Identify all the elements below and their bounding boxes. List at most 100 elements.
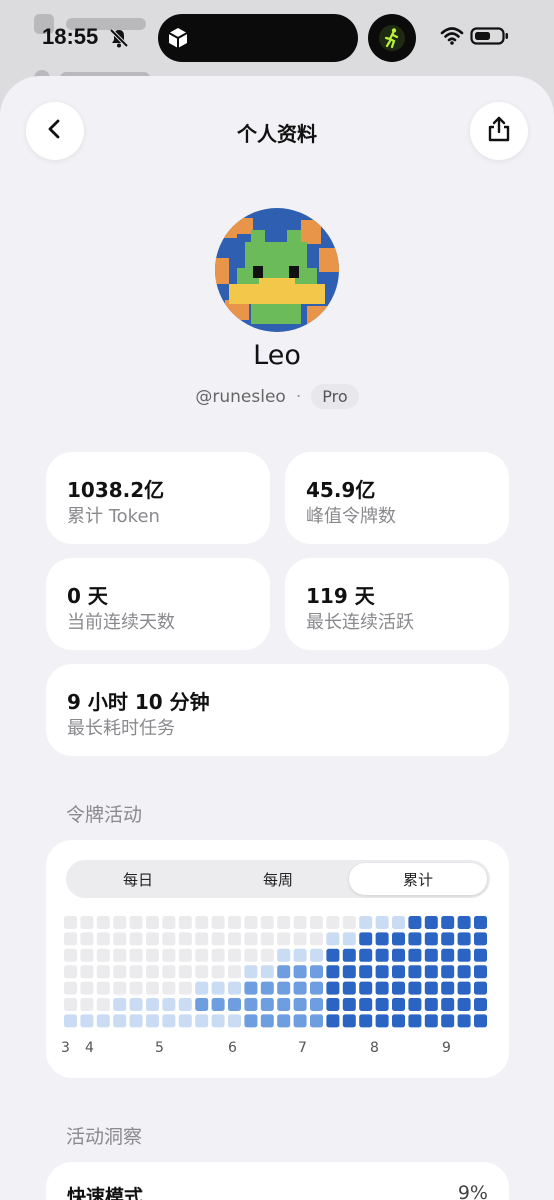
stat-label: 最长连续活跃: [306, 612, 414, 633]
heatmap-cell: [277, 932, 291, 946]
heatmap-cell: [375, 998, 389, 1011]
token-activity-title: 令牌活动: [66, 804, 143, 826]
tab-weekly[interactable]: 每周: [209, 863, 347, 895]
stat-label: 峰值令牌数: [306, 506, 396, 527]
heatmap-cell: [146, 916, 159, 929]
heatmap-cell: [228, 932, 241, 946]
heatmap-cell: [326, 965, 340, 979]
month-label: 5: [155, 1040, 164, 1056]
heatmap-cell: [441, 932, 455, 946]
heatmap-cell: [441, 1014, 455, 1028]
heatmap-cell: [260, 916, 274, 929]
profile-sheet: 个人资料 Leo @runesleo · Pro 1038.2亿 累计 Toke…: [0, 76, 554, 1200]
heatmap-cell: [277, 981, 291, 995]
heatmap-cell: [310, 981, 323, 995]
stat-label: 当前连续天数: [67, 612, 175, 633]
heatmap-cell: [162, 932, 176, 946]
heatmap-cell: [129, 916, 143, 929]
heatmap-cell: [342, 916, 356, 929]
month-label: 8: [370, 1040, 379, 1056]
heatmap-cell: [64, 981, 77, 995]
heatmap-cell: [293, 948, 307, 962]
heatmap-cell: [96, 965, 110, 979]
heatmap-cell: [244, 948, 258, 962]
heatmap-cell: [424, 965, 438, 979]
heatmap-cell: [342, 981, 356, 995]
heatmap-cell: [96, 998, 110, 1011]
battery-icon: [470, 26, 510, 50]
heatmap-cell: [424, 932, 438, 946]
heatmap-cell: [310, 932, 323, 946]
heatmap-cell: [178, 965, 192, 979]
tab-cumulative[interactable]: 累计: [349, 863, 487, 895]
status-time: 18:55: [42, 24, 99, 49]
heatmap-cell: [228, 948, 241, 962]
heatmap-cell: [228, 998, 241, 1011]
heatmap-cell: [293, 916, 307, 929]
share-button[interactable]: [470, 102, 528, 160]
heatmap-cell: [392, 981, 405, 995]
month-label: 7: [298, 1040, 307, 1056]
heatmap-cell: [260, 965, 274, 979]
heatmap-cell: [277, 998, 291, 1011]
heatmap-cell: [228, 916, 241, 929]
token-activity-card: 每日 每周 累计 3 4 5 6 7 8 9: [46, 840, 509, 1078]
heatmap-cell: [146, 1014, 159, 1028]
heatmap-cell: [178, 948, 192, 962]
heatmap-cell: [342, 998, 356, 1011]
heatmap-cell: [310, 948, 323, 962]
stat-card-longest-task: 9 小时 10 分钟 最长耗时任务: [46, 664, 509, 756]
heatmap-cell: [96, 981, 110, 995]
avatar[interactable]: [215, 208, 339, 332]
heatmap-cell: [64, 965, 77, 979]
heatmap-cell: [178, 916, 192, 929]
heatmap-cell: [457, 998, 471, 1011]
tab-daily[interactable]: 每日: [69, 863, 207, 895]
month-label: 4: [85, 1040, 94, 1056]
heatmap-cell: [162, 981, 176, 995]
stat-label: 累计 Token: [67, 506, 160, 527]
heatmap-cell: [211, 916, 225, 929]
month-label: 3: [61, 1040, 70, 1056]
heatmap-cell: [293, 965, 307, 979]
heatmap-cell: [146, 932, 159, 946]
heatmap-cell: [80, 1014, 94, 1028]
heatmap-cell: [474, 981, 487, 995]
heatmap-cell: [80, 916, 94, 929]
heatmap-cell: [195, 932, 209, 946]
heatmap-cell: [113, 998, 127, 1011]
heatmap-cell: [162, 916, 176, 929]
wifi-icon: [440, 26, 464, 50]
heatmap-cell: [113, 965, 127, 979]
heatmap-cell: [113, 916, 127, 929]
heatmap-cell: [375, 1014, 389, 1028]
heatmap-cell: [244, 981, 258, 995]
heatmap-cell: [162, 998, 176, 1011]
heatmap-cell: [162, 948, 176, 962]
heatmap-cell: [441, 998, 455, 1011]
status-bar: 18:55: [0, 0, 554, 76]
heatmap-cell: [113, 1014, 127, 1028]
heatmap-cell: [228, 981, 241, 995]
heatmap-cell: [146, 965, 159, 979]
heatmap-cell: [424, 948, 438, 962]
heatmap-cell: [96, 916, 110, 929]
stat-card-longest-streak: 119 天 最长连续活跃: [285, 558, 509, 650]
heatmap-cell: [408, 998, 422, 1011]
heatmap-cell: [96, 932, 110, 946]
heatmap-cell: [326, 981, 340, 995]
heatmap-cell: [162, 1014, 176, 1028]
heatmap-cell: [408, 932, 422, 946]
heatmap-cell: [375, 916, 389, 929]
heatmap-cell: [129, 981, 143, 995]
heatmap-cell: [474, 932, 487, 946]
heatmap-cell: [424, 998, 438, 1011]
heatmap-cell: [408, 965, 422, 979]
heatmap-cell: [211, 1014, 225, 1028]
heatmap-cell: [64, 916, 77, 929]
heatmap-cell: [244, 916, 258, 929]
heatmap-cell: [162, 965, 176, 979]
heatmap-cell: [457, 932, 471, 946]
heatmap-cell: [457, 948, 471, 962]
heatmap-cell: [113, 932, 127, 946]
